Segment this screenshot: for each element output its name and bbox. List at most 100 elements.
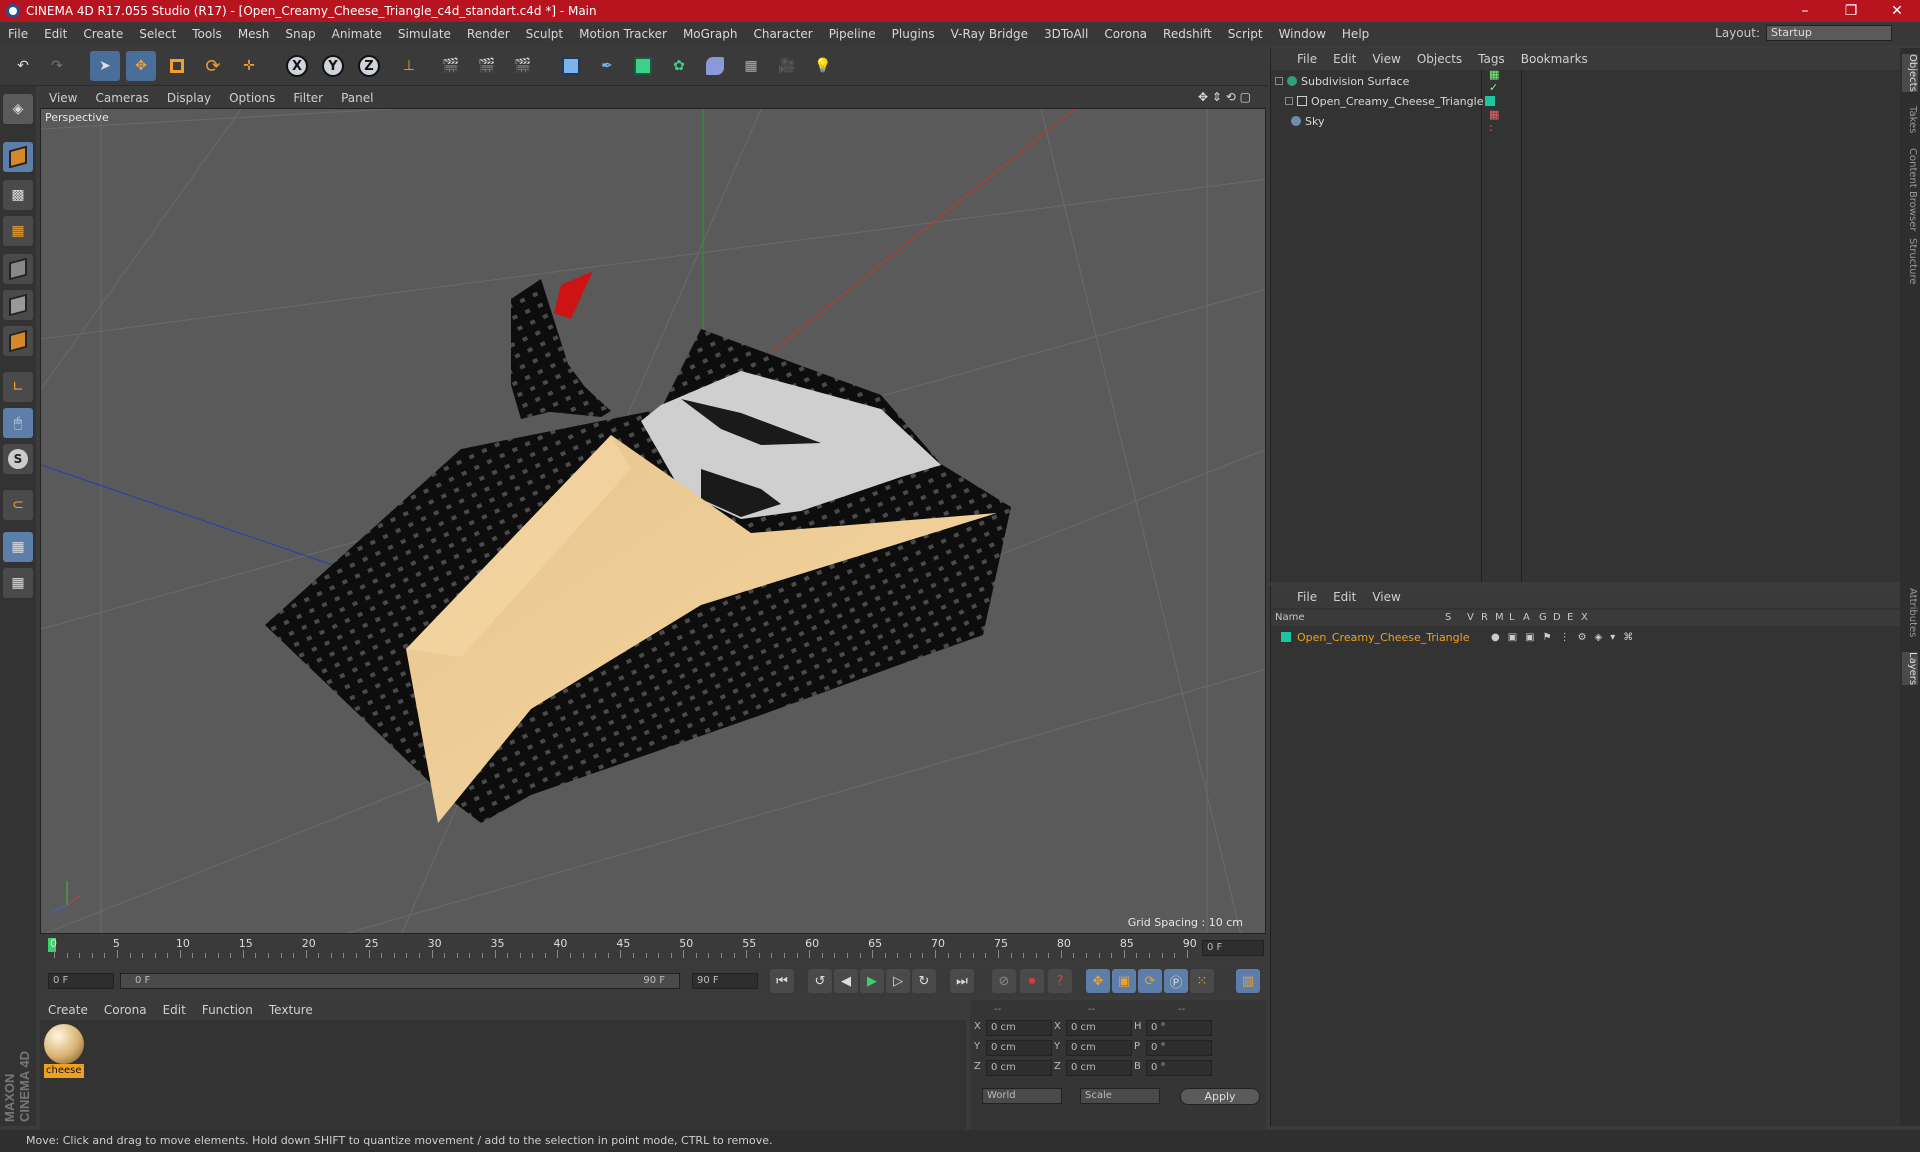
frame-range-slider[interactable]: 0 F 90 F: [120, 973, 680, 989]
next-key-button[interactable]: ↻: [912, 969, 936, 993]
side-tab-objects[interactable]: Objects: [1902, 54, 1918, 92]
rotate-tool-button[interactable]: ⟳: [198, 51, 228, 81]
vp-menu-view[interactable]: View: [40, 91, 86, 105]
menu-simulate[interactable]: Simulate: [390, 27, 459, 41]
points-mode-button[interactable]: [3, 254, 33, 284]
workplane-mode-button[interactable]: ▦: [3, 216, 33, 246]
coord-value-field[interactable]: 0 °: [1146, 1020, 1212, 1036]
polygons-mode-button[interactable]: [3, 326, 33, 356]
solo-button[interactable]: S: [3, 444, 33, 474]
layer-menu-edit[interactable]: Edit: [1325, 590, 1364, 604]
vp-menu-panel[interactable]: Panel: [332, 91, 382, 105]
apply-button[interactable]: Apply: [1180, 1088, 1260, 1105]
menu-snap[interactable]: Snap: [277, 27, 323, 41]
menu-file[interactable]: File: [0, 27, 36, 41]
move-tool-button[interactable]: ✥: [126, 51, 156, 81]
coord-value-field[interactable]: 0 °: [1146, 1060, 1212, 1076]
camera-object-button[interactable]: 🎥: [772, 51, 802, 81]
pen-spline-button[interactable]: ✒: [592, 51, 622, 81]
viewport-nav-icons[interactable]: ✥ ⇕ ⟲ ▢: [1189, 90, 1260, 104]
layer-row[interactable]: Open_Creamy_Cheese_Triangle ●▣▣⚑⋮⚙◈▾⌘: [1281, 628, 1633, 646]
menu-plugins[interactable]: Plugins: [884, 27, 943, 41]
scale-tool-button[interactable]: [162, 51, 192, 81]
visibility-icons[interactable]: ▦ ✓: [1489, 68, 1499, 94]
menu-mesh[interactable]: Mesh: [230, 27, 278, 41]
make-editable-button[interactable]: ◈: [3, 94, 33, 124]
layer-column-s[interactable]: S: [1445, 612, 1451, 623]
coord-value-field[interactable]: 0 cm: [1066, 1040, 1132, 1056]
coord-value-field[interactable]: 0 cm: [986, 1040, 1052, 1056]
tweak-mode-button[interactable]: 🖱: [3, 408, 33, 438]
undo-button[interactable]: ↶: [8, 51, 38, 81]
render-view-button[interactable]: 🎬: [436, 51, 466, 81]
key-pla-button[interactable]: ⁙: [1190, 969, 1214, 993]
layer-column-v[interactable]: V: [1467, 612, 1474, 623]
perspective-viewport[interactable]: Perspective Grid Spacing : 10 cm: [40, 108, 1266, 934]
end-frame-field[interactable]: 90 F: [692, 973, 758, 989]
side-tab-content-browser[interactable]: Content Browser: [1902, 148, 1918, 231]
mat-menu-create[interactable]: Create: [40, 1003, 96, 1017]
minimize-button[interactable]: –: [1782, 0, 1828, 22]
object-row-sky[interactable]: Sky ▦ :: [1275, 108, 1499, 134]
menu-select[interactable]: Select: [131, 27, 184, 41]
menu-mograph[interactable]: MoGraph: [675, 27, 746, 41]
lock-workplane-button[interactable]: ▦: [3, 532, 33, 562]
coord-value-field[interactable]: 0 cm: [1066, 1060, 1132, 1076]
layer-column-e[interactable]: E: [1567, 612, 1573, 623]
layer-column-name[interactable]: Name: [1275, 612, 1305, 623]
layer-flag-icons[interactable]: ●▣▣⚑⋮⚙◈▾⌘: [1491, 632, 1641, 643]
workplane-axis-button[interactable]: ▦: [3, 568, 33, 598]
auto-key-button[interactable]: ⏺: [1020, 969, 1044, 993]
coord-value-field[interactable]: 0 °: [1146, 1040, 1212, 1056]
vp-menu-options[interactable]: Options: [220, 91, 284, 105]
obj-menu-bookmarks[interactable]: Bookmarks: [1513, 52, 1596, 66]
menu-create[interactable]: Create: [75, 27, 131, 41]
mograph-cloner-button[interactable]: ✿: [664, 51, 694, 81]
obj-menu-edit[interactable]: Edit: [1325, 52, 1364, 66]
size-mode-dropdown[interactable]: Scale: [1080, 1088, 1160, 1104]
floor-object-button[interactable]: ▦: [736, 51, 766, 81]
layer-column-m[interactable]: M: [1495, 612, 1504, 623]
timeline-window-button[interactable]: ▥: [1236, 969, 1260, 993]
mat-menu-corona[interactable]: Corona: [96, 1003, 155, 1017]
vp-menu-display[interactable]: Display: [158, 91, 220, 105]
subdivision-button[interactable]: [628, 51, 658, 81]
object-row-subdivision[interactable]: Subdivision Surface ▦ ✓: [1275, 68, 1499, 94]
side-tab-attributes[interactable]: Attributes: [1902, 588, 1918, 637]
texture-mode-button[interactable]: ▩: [3, 180, 33, 210]
menu-window[interactable]: Window: [1271, 27, 1334, 41]
menu-redshift[interactable]: Redshift: [1155, 27, 1220, 41]
obj-menu-file[interactable]: File: [1289, 52, 1325, 66]
snap-button[interactable]: ⊂: [3, 490, 33, 520]
menu-edit[interactable]: Edit: [36, 27, 75, 41]
go-to-end-button[interactable]: ⏭: [950, 969, 974, 993]
render-settings-button[interactable]: 🎬: [508, 51, 538, 81]
coordinate-system-button[interactable]: ⊥: [394, 51, 424, 81]
menu-3dtoall[interactable]: 3DToAll: [1036, 27, 1096, 41]
key-help-button[interactable]: ?: [1048, 969, 1072, 993]
model-mode-button[interactable]: [3, 142, 33, 172]
obj-menu-view[interactable]: View: [1364, 52, 1408, 66]
key-scale-button[interactable]: ▣: [1112, 969, 1136, 993]
maximize-button[interactable]: ❐: [1828, 0, 1874, 22]
layer-column-l[interactable]: L: [1509, 612, 1515, 623]
coord-value-field[interactable]: 0 cm: [1066, 1020, 1132, 1036]
layer-menu-view[interactable]: View: [1364, 590, 1408, 604]
layout-dropdown[interactable]: Startup: [1766, 25, 1892, 41]
vp-menu-cameras[interactable]: Cameras: [86, 91, 157, 105]
key-rotation-button[interactable]: ⟳: [1138, 969, 1162, 993]
record-keys-button[interactable]: ⊘: [992, 969, 1016, 993]
layer-menu-file[interactable]: File: [1289, 590, 1325, 604]
menu-character[interactable]: Character: [745, 27, 820, 41]
object-row-cheese[interactable]: Open_Creamy_Cheese_Triangle: [1285, 92, 1495, 110]
menu-tools[interactable]: Tools: [184, 27, 230, 41]
key-position-button[interactable]: ✥: [1086, 969, 1110, 993]
key-parameter-button[interactable]: Ⓟ: [1164, 969, 1188, 993]
obj-menu-objects[interactable]: Objects: [1409, 52, 1470, 66]
close-button[interactable]: ✕: [1874, 0, 1920, 22]
menu-script[interactable]: Script: [1220, 27, 1271, 41]
menu-animate[interactable]: Animate: [324, 27, 390, 41]
layer-column-g[interactable]: G: [1539, 612, 1547, 623]
live-selection-button[interactable]: ✛: [234, 51, 264, 81]
menu-motion-tracker[interactable]: Motion Tracker: [571, 27, 675, 41]
